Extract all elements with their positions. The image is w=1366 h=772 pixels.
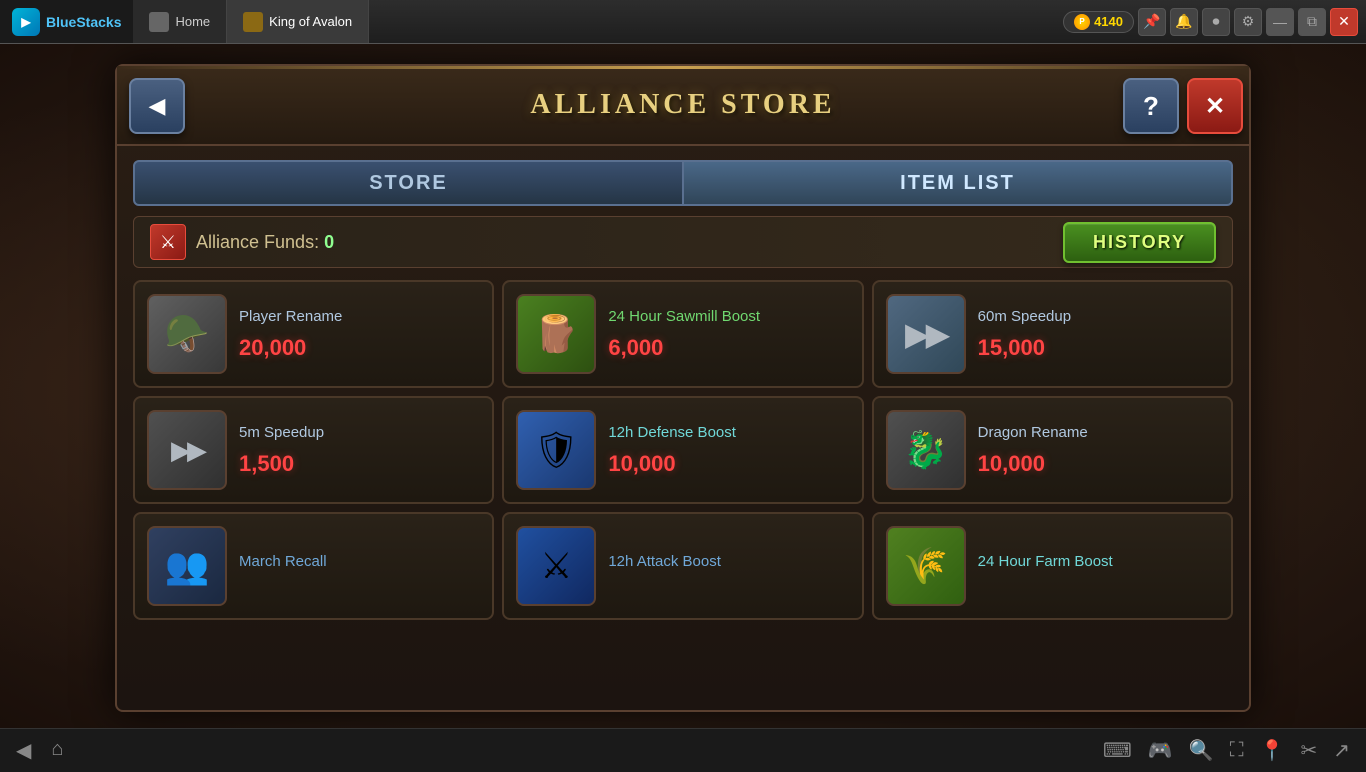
- item-card[interactable]: 🐉 Dragon Rename 10,000: [872, 396, 1233, 504]
- store-title: ALLIANCE STORE: [530, 89, 835, 121]
- funds-text-label: Alliance Funds:: [196, 232, 324, 252]
- item-name: 12h Attack Boost: [608, 552, 849, 572]
- item-name: Dragon Rename: [978, 423, 1219, 443]
- item-price: 10,000: [978, 451, 1219, 477]
- taskbar-back-icon[interactable]: ◀: [16, 738, 31, 763]
- item-card[interactable]: 🪵 24 Hour Sawmill Boost 6,000: [502, 280, 863, 388]
- taskbar-cut-icon[interactable]: ✂: [1300, 738, 1317, 763]
- bluestacks-label: BlueStacks: [46, 14, 121, 30]
- item-info: Dragon Rename 10,000: [978, 423, 1219, 477]
- item-price: 1,500: [239, 451, 480, 477]
- item-icon: 🌾: [886, 526, 966, 606]
- item-icon: ⚔: [516, 526, 596, 606]
- item-name: Player Rename: [239, 307, 480, 327]
- item-card[interactable]: 👥 March Recall: [133, 512, 494, 620]
- item-price: 15,000: [978, 335, 1219, 361]
- game-area: ALLIANCE STORE ? STORE ITEM LIST ⚔: [0, 44, 1366, 728]
- item-price: 20,000: [239, 335, 480, 361]
- taskbar-keyboard-icon[interactable]: ⌨: [1103, 738, 1132, 763]
- item-info: 5m Speedup 1,500: [239, 423, 480, 477]
- taskbar-location-icon[interactable]: 📍: [1260, 738, 1285, 763]
- item-icon: ▶▶: [886, 294, 966, 374]
- game-tab-icon: [243, 12, 263, 32]
- funds-bar: ⚔ Alliance Funds: 0 HISTORY: [133, 216, 1233, 268]
- item-price: 6,000: [608, 335, 849, 361]
- history-button[interactable]: HISTORY: [1063, 222, 1216, 263]
- taskbar-fullscreen-icon[interactable]: ⛶: [1230, 739, 1244, 762]
- taskbar: ◀ ⌂ ⌨ 🎮 🔍 ⛶ 📍 ✂ ↗: [0, 728, 1366, 772]
- window-close-btn[interactable]: ✕: [1330, 8, 1358, 36]
- taskbar-right: ⌨ 🎮 🔍 ⛶ 📍 ✂ ↗: [1103, 738, 1350, 763]
- game-tab[interactable]: King of Avalon: [227, 0, 369, 43]
- item-card[interactable]: ▶▶ 60m Speedup 15,000: [872, 280, 1233, 388]
- item-name: 12h Defense Boost: [608, 423, 849, 443]
- funds-icon: ⚔: [150, 224, 186, 260]
- taskbar-home-icon[interactable]: ⌂: [51, 738, 63, 763]
- item-info: 12h Attack Boost: [608, 552, 849, 580]
- taskbar-search-icon[interactable]: 🔍: [1189, 738, 1214, 763]
- taskbar-left: ◀ ⌂: [16, 738, 63, 763]
- taskbar-share-icon[interactable]: ↗: [1333, 738, 1350, 763]
- alliance-store-modal: ALLIANCE STORE ? STORE ITEM LIST ⚔: [115, 64, 1251, 712]
- item-info: 24 Hour Sawmill Boost 6,000: [608, 307, 849, 361]
- item-price: 10,000: [608, 451, 849, 477]
- item-name: 24 Hour Sawmill Boost: [608, 307, 849, 327]
- item-card[interactable]: ▶▶ 5m Speedup 1,500: [133, 396, 494, 504]
- item-name: March Recall: [239, 552, 480, 572]
- item-icon: 🪖: [147, 294, 227, 374]
- maximize-btn[interactable]: ⧉: [1298, 8, 1326, 36]
- help-button[interactable]: ?: [1123, 78, 1179, 134]
- settings-btn[interactable]: ⚙: [1234, 8, 1262, 36]
- funds-icon-symbol: ⚔: [160, 232, 176, 253]
- item-icon: 🪵: [516, 294, 596, 374]
- store-tab-label: STORE: [369, 172, 448, 195]
- item-list-tab[interactable]: ITEM LIST: [683, 160, 1233, 206]
- modal-close-button[interactable]: [1187, 78, 1243, 134]
- bluestacks-icon: ▶: [12, 8, 40, 36]
- minimize-btn[interactable]: —: [1266, 8, 1294, 36]
- taskbar-gamepad-icon[interactable]: 🎮: [1148, 738, 1173, 763]
- item-icon: 👥: [147, 526, 227, 606]
- modal-header: ALLIANCE STORE ?: [117, 66, 1249, 146]
- funds-amount: 0: [324, 232, 334, 252]
- bluestacks-logo: ▶ BlueStacks: [0, 0, 133, 43]
- titlebar: ▶ BlueStacks Home King of Avalon P 4140 …: [0, 0, 1366, 44]
- funds-label: Alliance Funds: 0: [196, 232, 334, 253]
- store-content: ⚔ Alliance Funds: 0 HISTORY 🪖 Player Ren…: [117, 206, 1249, 630]
- item-icon: 🐉: [886, 410, 966, 490]
- item-card[interactable]: 🛡 12h Defense Boost 10,000: [502, 396, 863, 504]
- item-card[interactable]: 🪖 Player Rename 20,000: [133, 280, 494, 388]
- store-tab[interactable]: STORE: [133, 160, 683, 206]
- home-tab-icon: [149, 12, 169, 32]
- points-badge: P 4140: [1063, 11, 1134, 33]
- item-info: 24 Hour Farm Boost: [978, 552, 1219, 580]
- help-icon: ?: [1143, 91, 1159, 122]
- points-icon: P: [1074, 14, 1090, 30]
- item-info: 12h Defense Boost 10,000: [608, 423, 849, 477]
- notification-btn[interactable]: 🔔: [1170, 8, 1198, 36]
- item-name: 60m Speedup: [978, 307, 1219, 327]
- points-value: 4140: [1094, 14, 1123, 29]
- item-info: 60m Speedup 15,000: [978, 307, 1219, 361]
- record-btn[interactable]: ⏺: [1202, 8, 1230, 36]
- item-info: Player Rename 20,000: [239, 307, 480, 361]
- store-tabs: STORE ITEM LIST: [133, 160, 1233, 206]
- game-tab-label: King of Avalon: [269, 14, 352, 29]
- item-list-tab-label: ITEM LIST: [900, 172, 1015, 195]
- item-card[interactable]: 🌾 24 Hour Farm Boost: [872, 512, 1233, 620]
- item-name: 5m Speedup: [239, 423, 480, 443]
- home-tab[interactable]: Home: [133, 0, 227, 43]
- pin-btn[interactable]: 📌: [1138, 8, 1166, 36]
- item-icon: 🛡: [516, 410, 596, 490]
- home-tab-label: Home: [175, 14, 210, 29]
- titlebar-right: P 4140 📌 🔔 ⏺ ⚙ — ⧉ ✕: [1063, 8, 1366, 36]
- items-grid: 🪖 Player Rename 20,000 🪵 24 Hour Sawmill…: [133, 280, 1233, 620]
- item-name: 24 Hour Farm Boost: [978, 552, 1219, 572]
- item-icon: ▶▶: [147, 410, 227, 490]
- back-button[interactable]: [129, 78, 185, 134]
- item-card[interactable]: ⚔ 12h Attack Boost: [502, 512, 863, 620]
- item-info: March Recall: [239, 552, 480, 580]
